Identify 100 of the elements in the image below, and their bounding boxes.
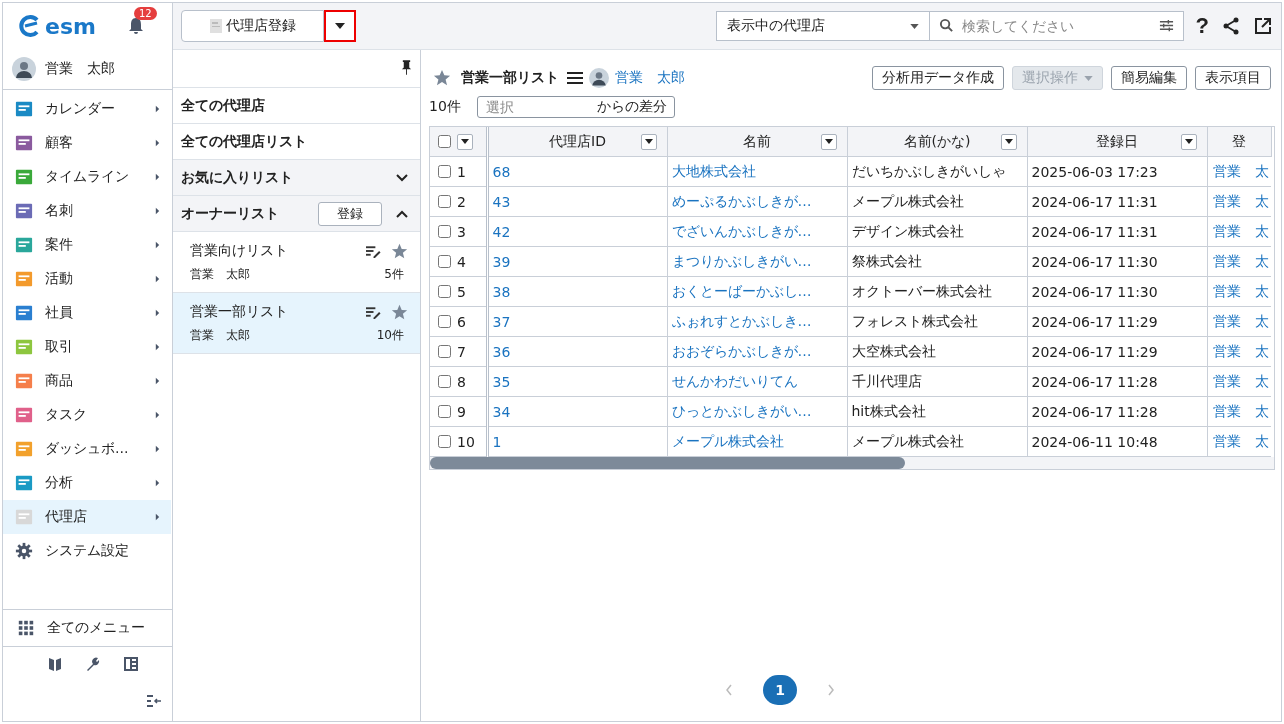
table-cell-link[interactable]: 大地株式会社 xyxy=(671,162,756,179)
action-button[interactable]: 表示項目 xyxy=(1195,66,1271,90)
table-cell-link[interactable]: せんかわだいりてん xyxy=(671,372,798,389)
menu-icon[interactable] xyxy=(567,71,583,85)
share-icon[interactable] xyxy=(1221,16,1241,36)
table-cell-link[interactable]: 42 xyxy=(492,223,511,240)
menu-item[interactable]: 取引 xyxy=(3,330,171,364)
list-item[interactable]: 営業一部リスト 営業 太郎 10件 xyxy=(173,293,420,354)
table-cell-link[interactable]: 営業 太 xyxy=(1212,222,1269,239)
caret-icon xyxy=(1004,139,1013,144)
table-icon[interactable] xyxy=(122,656,139,672)
help-icon[interactable]: ? xyxy=(1195,13,1209,39)
menu-item[interactable]: 商品 xyxy=(3,364,171,398)
table-cell-link[interactable]: おくとーばーかぶし… xyxy=(671,282,812,299)
owner-link[interactable]: 営業 太郎 xyxy=(615,69,685,87)
menu-item[interactable]: ダッシュボ… xyxy=(3,432,171,466)
table-cell-link[interactable]: でざいんかぶしきが… xyxy=(671,222,812,239)
table-cell-link[interactable]: 営業 太 xyxy=(1212,282,1269,299)
column-filter-button[interactable] xyxy=(1180,133,1197,150)
edit-list-icon[interactable] xyxy=(366,305,381,319)
table-cell-link[interactable]: 43 xyxy=(492,193,511,210)
chevron-up-icon[interactable] xyxy=(396,209,408,218)
table-cell-link[interactable]: 1 xyxy=(492,433,502,450)
menu-item[interactable]: 顧客 xyxy=(3,126,171,160)
table-cell-link[interactable]: 36 xyxy=(492,343,511,360)
table-cell-link[interactable]: 38 xyxy=(492,283,511,300)
table-cell-link[interactable]: 68 xyxy=(492,163,511,180)
table-cell-link[interactable]: 39 xyxy=(492,253,511,270)
map-icon[interactable] xyxy=(46,656,63,672)
column-filter-button[interactable] xyxy=(1000,133,1017,150)
row-checkbox[interactable] xyxy=(438,435,451,448)
register-button[interactable]: 代理店登録 xyxy=(181,10,324,42)
scope-select[interactable]: 表示中の代理店 xyxy=(715,11,930,41)
table-cell-link[interactable]: ひっとかぶしきがい… xyxy=(671,402,812,419)
table-cell-link[interactable]: 営業 太 xyxy=(1212,402,1269,419)
all-menu-item[interactable]: 全てのメニュー xyxy=(3,609,172,647)
table-cell-link[interactable]: 営業 太 xyxy=(1212,372,1269,389)
filter-icon[interactable] xyxy=(1158,18,1174,33)
menu-item[interactable]: タスク xyxy=(3,398,171,432)
row-checkbox[interactable] xyxy=(438,345,451,358)
select-all-checkbox[interactable] xyxy=(438,135,451,148)
action-button[interactable]: 分析用データ作成 xyxy=(872,66,1004,90)
row-checkbox[interactable] xyxy=(438,255,451,268)
menu-item[interactable]: 代理店 xyxy=(3,500,171,534)
table-cell-link[interactable]: 営業 太 xyxy=(1212,342,1269,359)
column-header[interactable]: 登 xyxy=(1232,132,1246,149)
search-field[interactable]: 検索してください xyxy=(929,11,1184,41)
table-cell-link[interactable]: 営業 太 xyxy=(1212,432,1269,449)
menu-item[interactable]: 分析 xyxy=(3,466,171,500)
menu-item[interactable]: システム設定 xyxy=(3,534,171,568)
star-icon[interactable] xyxy=(391,303,408,321)
scrollbar-thumb[interactable] xyxy=(430,457,905,469)
column-header[interactable]: 登録日 xyxy=(1096,132,1138,149)
table-cell-link[interactable]: 営業 太 xyxy=(1212,192,1269,209)
row-checkbox[interactable] xyxy=(438,375,451,388)
table-cell: オクトーバー株式会社 xyxy=(851,282,992,299)
dropdown-button[interactable] xyxy=(324,10,356,42)
row-checkbox[interactable] xyxy=(438,165,451,178)
register-list-button[interactable]: 登録 xyxy=(318,201,382,226)
star-icon[interactable] xyxy=(391,242,408,260)
table-cell-link[interactable]: めーぷるかぶしきが… xyxy=(671,192,812,209)
menu-item[interactable]: 活動 xyxy=(3,262,171,296)
action-button[interactable]: 簡易編集 xyxy=(1111,66,1187,90)
row-checkbox[interactable] xyxy=(438,285,451,298)
row-checkbox[interactable] xyxy=(438,195,451,208)
column-header[interactable]: 代理店ID xyxy=(549,132,606,149)
collapse-icon[interactable] xyxy=(146,693,162,709)
row-checkbox[interactable] xyxy=(438,405,451,418)
star-icon[interactable] xyxy=(433,69,451,87)
table-cell: 2025-06-03 17:23 xyxy=(1031,163,1158,180)
row-checkbox[interactable] xyxy=(438,315,451,328)
table-cell-link[interactable]: 営業 太 xyxy=(1212,312,1269,329)
menu-item[interactable]: 社員 xyxy=(3,296,171,330)
menu-item[interactable]: タイムライン xyxy=(3,160,171,194)
table-cell-link[interactable]: 営業 太 xyxy=(1212,252,1269,269)
pin-icon[interactable] xyxy=(401,60,412,75)
table-cell-link[interactable]: メープル株式会社 xyxy=(671,432,784,449)
logo-icon xyxy=(17,14,41,38)
column-filter-button[interactable] xyxy=(820,133,837,150)
table-cell-link[interactable]: 35 xyxy=(492,373,511,390)
table-cell-link[interactable]: おおぞらかぶしきが… xyxy=(671,342,812,359)
table-cell-link[interactable]: 34 xyxy=(492,403,511,420)
page-button[interactable]: 1 xyxy=(763,675,797,705)
column-filter-button[interactable] xyxy=(640,133,657,150)
chevron-down-icon[interactable] xyxy=(396,173,408,182)
table-cell-link[interactable]: ふぉれすとかぶしき… xyxy=(671,312,812,329)
menu-item[interactable]: カレンダー xyxy=(3,92,171,126)
edit-list-icon[interactable] xyxy=(366,244,381,258)
select-menu-button[interactable] xyxy=(457,133,473,150)
list-link[interactable]: 全ての代理店 xyxy=(173,88,420,124)
row-number: 4 xyxy=(457,253,466,270)
table-cell-link[interactable]: 37 xyxy=(492,313,511,330)
table-cell-link[interactable]: 営業 太 xyxy=(1212,162,1269,179)
menu-item[interactable]: 名刺 xyxy=(3,194,171,228)
logo-text: esm xyxy=(45,13,96,39)
row-checkbox[interactable] xyxy=(438,225,451,238)
table-cell-link[interactable]: まつりかぶしきがい… xyxy=(671,252,812,269)
column-header[interactable]: 名前 xyxy=(743,132,771,149)
external-link-icon[interactable] xyxy=(1253,16,1273,36)
menu-item[interactable]: 案件 xyxy=(3,228,171,262)
